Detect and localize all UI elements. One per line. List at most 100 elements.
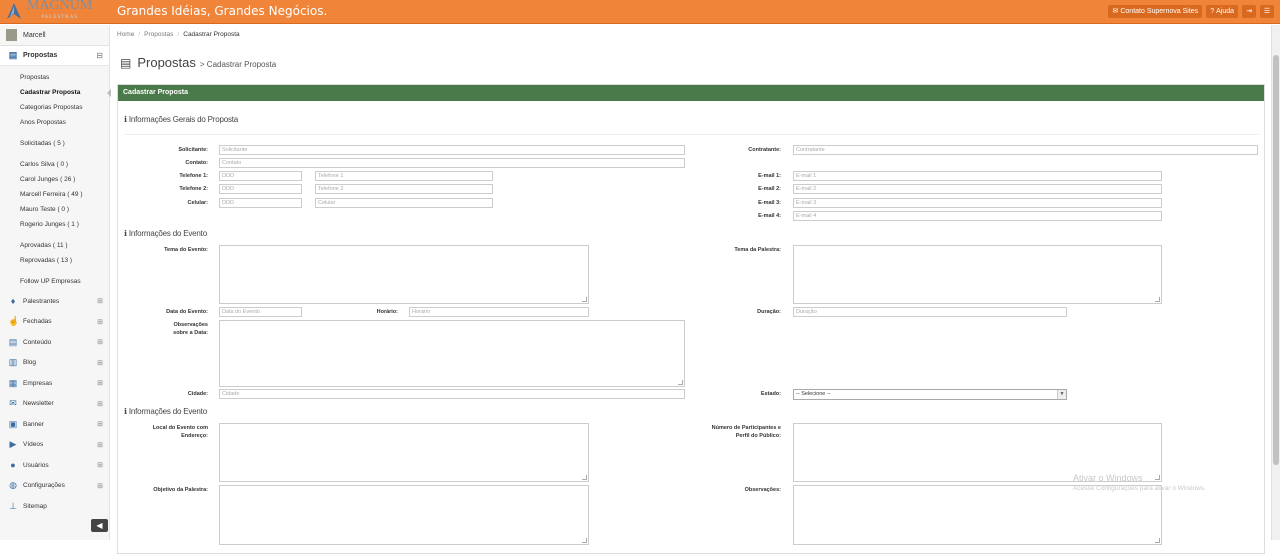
telefone2-input[interactable]: Telefone 2 bbox=[315, 184, 493, 194]
submenu-item[interactable]: Anos Propostas bbox=[20, 115, 109, 130]
expand-icon: ⊞ bbox=[97, 380, 103, 388]
observacoes-textarea[interactable] bbox=[793, 485, 1162, 545]
horario-label: Horário: bbox=[376, 309, 398, 315]
user-name: Marcell bbox=[23, 31, 46, 39]
arrow-left-circle-icon: ◀ bbox=[96, 521, 103, 530]
slogan: Grandes Idéias, Grandes Negócios. bbox=[117, 4, 328, 18]
telefone2-ddd-input[interactable]: DDD bbox=[219, 184, 302, 194]
video-icon: ▶ bbox=[9, 439, 17, 450]
expand-icon: ⊞ bbox=[97, 400, 103, 408]
email3-input[interactable]: E-mail 3 bbox=[793, 198, 1162, 208]
expand-icon: ⊞ bbox=[97, 359, 103, 367]
document-icon: ▤ bbox=[120, 56, 132, 70]
expand-icon: ⊞ bbox=[97, 462, 103, 470]
contato-input[interactable]: Contato bbox=[219, 158, 685, 168]
tema-evento-label: Tema do Evento: bbox=[164, 247, 208, 253]
sidebar-item-banner[interactable]: ▣ Banner ⊞ bbox=[0, 414, 109, 435]
obs-data-textarea[interactable] bbox=[219, 320, 685, 387]
submenu-item-user[interactable]: Carol Junges ( 26 ) bbox=[20, 172, 109, 187]
question-icon: ? bbox=[1210, 8, 1215, 15]
envelope-icon: ✉ bbox=[1112, 8, 1119, 15]
email1-input[interactable]: E-mail 1 bbox=[793, 171, 1162, 181]
sidebar-item-fechadas[interactable]: ☝ Fechadas ⊞ bbox=[0, 312, 109, 333]
scrollbar-thumb[interactable] bbox=[1273, 55, 1279, 465]
submenu-item-follow-up[interactable]: Follow UP Empresas bbox=[20, 274, 109, 289]
sidebar-item-sitemap[interactable]: ⊥ Sitemap bbox=[0, 496, 109, 517]
submenu-item[interactable]: Propostas bbox=[20, 70, 109, 85]
breadcrumb-current: Cadastrar Proposta bbox=[183, 31, 240, 38]
main-content: Home / Propostas / Cadastrar Proposta ▤ Prop… bbox=[110, 25, 1270, 554]
sidebar-item-newsletter[interactable]: ✉ Newsletter ⊞ bbox=[0, 394, 109, 415]
tema-evento-textarea[interactable] bbox=[219, 245, 589, 304]
help-button[interactable]: ? Ajuda bbox=[1206, 5, 1238, 18]
user-panel[interactable]: Marcell bbox=[0, 25, 109, 46]
breadcrumb-home[interactable]: Home bbox=[117, 31, 134, 38]
solicitante-label: Solicitante: bbox=[178, 147, 208, 153]
contato-label: Contato: bbox=[185, 160, 208, 166]
estado-select[interactable]: -- Selecione -- ▼ bbox=[793, 389, 1067, 400]
sitemap-icon: ⊥ bbox=[9, 500, 17, 511]
sidebar-item-conteudo[interactable]: ▤ Conteúdo ⊞ bbox=[0, 332, 109, 353]
submenu-item-user[interactable]: Rogerio Junges ( 1 ) bbox=[20, 217, 109, 232]
telefone1-ddd-input[interactable]: DDD bbox=[219, 171, 302, 181]
logo[interactable]: MAGNUM PALESTRAS bbox=[0, 0, 110, 24]
expand-icon: ⊞ bbox=[97, 421, 103, 429]
breadcrumb-section[interactable]: Propostas bbox=[144, 31, 173, 38]
menu-button[interactable]: ☰ bbox=[1260, 5, 1274, 18]
logout-button[interactable]: ⇥ bbox=[1242, 5, 1256, 18]
contratante-label: Contratante: bbox=[748, 147, 781, 153]
image-icon: ▣ bbox=[8, 418, 18, 429]
sidebar-item-usuarios[interactable]: ● Usuários ⊞ bbox=[0, 455, 109, 476]
expand-icon: ⊞ bbox=[97, 482, 103, 490]
sidebar-item-empresas[interactable]: ▦ Empresas ⊞ bbox=[0, 373, 109, 394]
celular-ddd-input[interactable]: DDD bbox=[219, 198, 302, 208]
email4-input[interactable]: E-mail 4 bbox=[793, 211, 1162, 221]
local-textarea[interactable] bbox=[219, 423, 589, 482]
user-icon: ● bbox=[10, 460, 16, 471]
duracao-label: Duração: bbox=[757, 309, 781, 315]
submenu-item-active[interactable]: Cadastrar Proposta bbox=[20, 85, 111, 100]
submenu-item-aprovadas[interactable]: Aprovadas ( 11 ) bbox=[20, 238, 109, 253]
page-subtitle: Cadastrar Proposta bbox=[206, 60, 277, 69]
expand-icon: ⊞ bbox=[97, 298, 103, 306]
submenu-item-user[interactable]: Carlos Silva ( 0 ) bbox=[20, 157, 109, 172]
email4-label: E-mail 4: bbox=[758, 213, 781, 219]
email2-input[interactable]: E-mail 2 bbox=[793, 184, 1162, 194]
sidebar-collapse-button[interactable]: ◀ bbox=[91, 519, 108, 532]
estado-label: Estado: bbox=[760, 391, 781, 397]
contratante-input[interactable]: Contratante bbox=[793, 145, 1258, 155]
file-icon: ▤ bbox=[8, 336, 18, 347]
submenu-item-user[interactable]: Mauro Teste ( 0 ) bbox=[20, 202, 109, 217]
page-title: ▤ Propostas > Cadastrar Proposta bbox=[120, 55, 277, 70]
sidebar-item-videos[interactable]: ▶ Vídeos ⊞ bbox=[0, 435, 109, 456]
sidebar-item-blog[interactable]: ▥ Blog ⊞ bbox=[0, 353, 109, 374]
breadcrumb: Home / Propostas / Cadastrar Proposta bbox=[117, 31, 240, 38]
contact-button[interactable]: ✉ Contato Supernova Sites bbox=[1108, 5, 1203, 18]
sidebar-item-propostas[interactable]: ▤ Propostas ⊟ bbox=[0, 46, 109, 66]
celular-input[interactable]: Celular bbox=[315, 198, 493, 208]
email3-label: E-mail 3: bbox=[758, 200, 781, 206]
submenu-item[interactable]: Categorias Propostas bbox=[20, 100, 109, 115]
submenu-item-reprovadas[interactable]: Reprovadas ( 13 ) bbox=[20, 253, 109, 268]
solicitante-input[interactable]: Solicitante bbox=[219, 145, 685, 155]
obs-data-label: Observações sobre a Data: bbox=[173, 322, 208, 336]
duracao-input[interactable]: Duração bbox=[793, 307, 1067, 317]
submenu-item-solicitadas[interactable]: Solicitadas ( 5 ) bbox=[20, 136, 109, 151]
expand-icon: ⊞ bbox=[97, 318, 103, 326]
telefone2-label: Telefone 2: bbox=[179, 186, 208, 192]
telefone1-label: Telefone 1: bbox=[179, 173, 208, 179]
file-icon: ▤ bbox=[8, 50, 18, 60]
cidade-input[interactable]: Cidade bbox=[219, 389, 685, 399]
sidebar-item-configuracoes[interactable]: ◍ Configurações ⊞ bbox=[0, 476, 109, 497]
tema-palestra-textarea[interactable] bbox=[793, 245, 1162, 304]
objetivo-textarea[interactable] bbox=[219, 485, 589, 545]
local-label: Local do Evento com Endereço: bbox=[152, 425, 208, 439]
sidebar-item-palestrantes[interactable]: ♦ Palestrantes ⊞ bbox=[0, 291, 109, 312]
microphone-icon: ♦ bbox=[10, 296, 16, 307]
section-title-event: ℹ Informações do Evento bbox=[124, 229, 207, 238]
data-evento-input[interactable]: Data do Evento bbox=[219, 307, 302, 317]
page-scrollbar[interactable] bbox=[1271, 25, 1280, 540]
telefone1-input[interactable]: Telefone 1 bbox=[315, 171, 493, 181]
horario-input[interactable]: Horário bbox=[409, 307, 589, 317]
submenu-item-user[interactable]: Marcell Ferreira ( 49 ) bbox=[20, 187, 109, 202]
